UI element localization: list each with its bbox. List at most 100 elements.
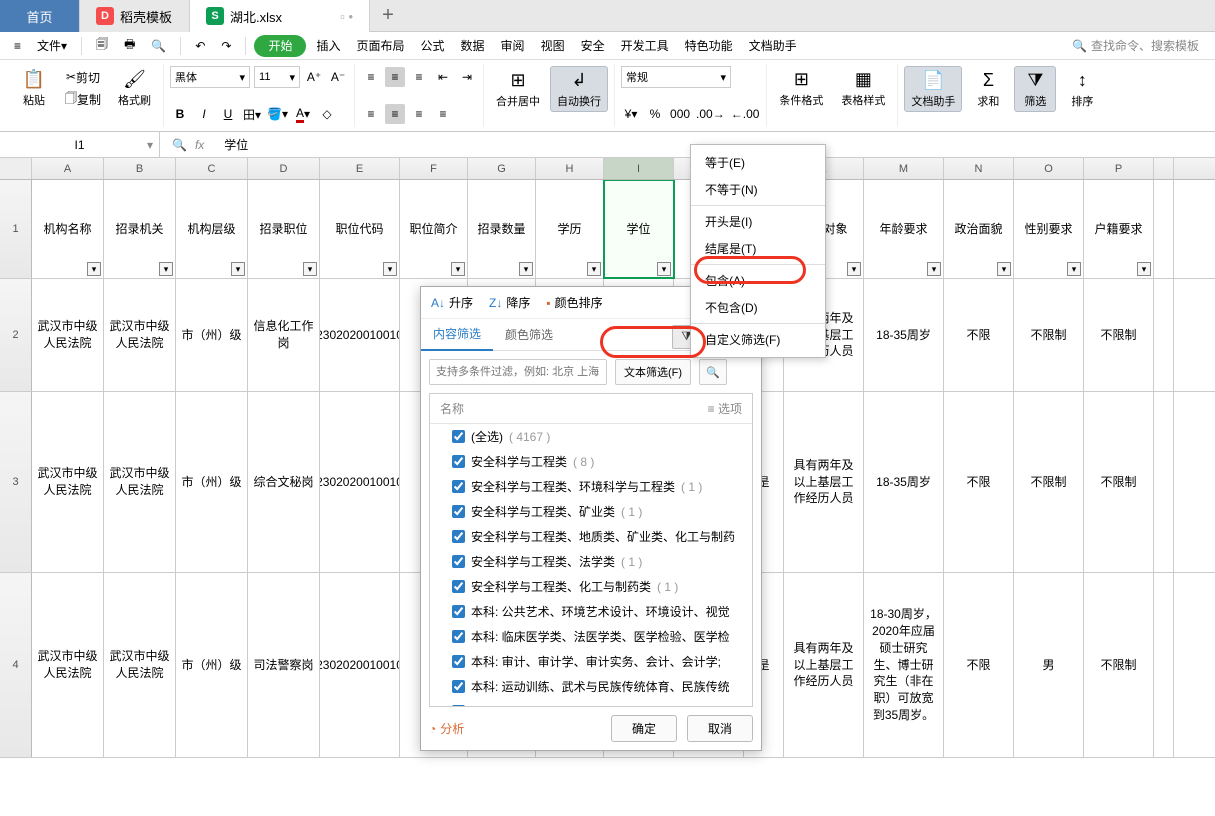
row-head[interactable]: 3 — [0, 392, 32, 572]
cell[interactable]: 武汉市中级人民法院 — [32, 573, 104, 757]
table-style-button[interactable]: ▦表格样式 — [835, 66, 891, 110]
ok-button[interactable]: 确定 — [611, 715, 677, 742]
cell[interactable]: 18-35周岁 — [864, 392, 944, 572]
zoom-icon[interactable]: 🔍 — [172, 138, 187, 152]
filter-arrow-icon[interactable]: ▾ — [587, 262, 601, 276]
filter-checkbox[interactable] — [452, 605, 465, 618]
cell[interactable]: 不限制 — [1084, 279, 1154, 391]
header-M[interactable]: 年龄要求▾ — [864, 180, 944, 278]
header-H[interactable]: 学历▾ — [536, 180, 604, 278]
redo-icon[interactable]: ↷ — [215, 35, 237, 57]
cell[interactable]: 武汉市中级人民法院 — [104, 392, 176, 572]
filter-item[interactable]: 安全科学与工程类、法学类 ( 1 ) — [430, 549, 752, 574]
indent-inc-button[interactable]: ⇥ — [457, 67, 477, 87]
cell[interactable]: 14230202001001003 — [320, 573, 400, 757]
underline-button[interactable]: U — [218, 104, 238, 124]
cell[interactable]: 不限制 — [1084, 392, 1154, 572]
cell[interactable]: 具有两年及以上基层工作经历人员 — [784, 573, 864, 757]
cancel-button[interactable]: 取消 — [687, 715, 753, 742]
currency-button[interactable]: ¥▾ — [621, 104, 641, 124]
filter-item[interactable]: 安全科学与工程类、环境科学与工程类 ( 1 ) — [430, 474, 752, 499]
filter-checkbox[interactable] — [452, 555, 465, 568]
cell[interactable]: 不限制 — [1084, 573, 1154, 757]
cell[interactable]: 不限制 — [1014, 392, 1084, 572]
tab-layout[interactable]: 页面布局 — [351, 35, 411, 57]
col-H[interactable]: H — [536, 158, 604, 179]
tab-formula[interactable]: 公式 — [415, 35, 451, 57]
merge-center-button[interactable]: ⊞合并居中 — [490, 66, 546, 112]
header-F[interactable]: 职位简介▾ — [400, 180, 468, 278]
col-D[interactable]: D — [248, 158, 320, 179]
ctx-not-contains[interactable]: 不包含(D) — [691, 294, 825, 321]
format-painter-button[interactable]: 🖌 格式刷 — [112, 66, 157, 110]
header-N[interactable]: 政治面貌▾ — [944, 180, 1014, 278]
sort-desc-button[interactable]: Z↓降序 — [489, 294, 530, 311]
col-O[interactable]: O — [1014, 158, 1084, 179]
col-G[interactable]: G — [468, 158, 536, 179]
filter-item[interactable]: 本科: 公共艺术、环境艺术设计、环境设计、视觉 — [430, 599, 752, 624]
header-O[interactable]: 性别要求▾ — [1014, 180, 1084, 278]
filter-arrow-icon[interactable]: ▾ — [997, 262, 1011, 276]
filter-arrow-icon[interactable]: ▾ — [927, 262, 941, 276]
inc-decimal-button[interactable]: .00→ — [695, 104, 726, 124]
doc-helper-button[interactable]: 📄文档助手 — [904, 66, 962, 112]
tab-home[interactable]: 首页 — [0, 0, 80, 32]
tab-data[interactable]: 数据 — [455, 35, 491, 57]
print-icon[interactable]: 🖶 — [118, 35, 141, 57]
filter-checkbox[interactable] — [452, 680, 465, 693]
sort-asc-button[interactable]: A↓升序 — [431, 294, 473, 311]
tab-helper[interactable]: 文档助手 — [743, 35, 803, 57]
filter-tab-content[interactable]: 内容筛选 — [421, 319, 493, 351]
header-D[interactable]: 招录职位▾ — [248, 180, 320, 278]
filter-search-input[interactable] — [429, 359, 607, 385]
filter-checkbox[interactable] — [452, 655, 465, 668]
row-head[interactable]: 2 — [0, 279, 32, 391]
filter-arrow-icon[interactable]: ▾ — [383, 262, 397, 276]
align-justify-button[interactable]: ≡ — [433, 104, 453, 124]
filter-checkbox[interactable] — [452, 505, 465, 518]
ctx-not-equals[interactable]: 不等于(N) — [691, 176, 825, 203]
cell[interactable]: 市（州）级 — [176, 279, 248, 391]
filter-item[interactable]: 本科: 审计、审计学、审计实务、会计、会计学; — [430, 649, 752, 674]
undo-icon[interactable]: ↶ — [189, 35, 211, 57]
cell[interactable]: 不限制 — [1014, 279, 1084, 391]
bold-button[interactable]: B — [170, 104, 190, 124]
fx-icon[interactable]: fx — [195, 138, 204, 152]
filter-arrow-icon[interactable]: ▾ — [87, 262, 101, 276]
header-G[interactable]: 招录数量▾ — [468, 180, 536, 278]
tab-review[interactable]: 审阅 — [495, 35, 531, 57]
align-top-button[interactable]: ≡ — [361, 67, 381, 87]
select-all-corner[interactable] — [0, 158, 32, 179]
font-size-select[interactable]: 11▾ — [254, 66, 300, 88]
filter-button[interactable]: ⧩筛选 — [1014, 66, 1056, 112]
filter-tab-color[interactable]: 颜色筛选 — [493, 319, 565, 351]
clear-format-button[interactable]: ◇ — [317, 104, 337, 124]
increase-font-button[interactable]: A⁺ — [304, 67, 324, 87]
filter-item[interactable]: 安全科学与工程类、化工与制药类 ( 1 ) — [430, 574, 752, 599]
cell[interactable]: 市（州）级 — [176, 392, 248, 572]
filter-arrow-icon[interactable]: ▾ — [519, 262, 533, 276]
filter-arrow-icon[interactable]: ▾ — [451, 262, 465, 276]
thousands-button[interactable]: 000 — [669, 104, 691, 124]
cell[interactable]: 武汉市中级人民法院 — [32, 392, 104, 572]
preview-icon[interactable]: 🔍 — [145, 35, 172, 57]
ctx-starts-with[interactable]: 开头是(I) — [691, 208, 825, 235]
decrease-font-button[interactable]: A⁻ — [328, 67, 348, 87]
filter-search-button[interactable]: 🔍 — [699, 359, 727, 385]
col-E[interactable]: E — [320, 158, 400, 179]
cell[interactable]: 18-30周岁，2020年应届硕士研究生、博士研究生（非在职）可放宽到35周岁。 — [864, 573, 944, 757]
command-search[interactable]: 🔍 查找命令、搜索模板 — [1064, 37, 1207, 54]
header-E[interactable]: 职位代码▾ — [320, 180, 400, 278]
filter-checkbox[interactable] — [452, 630, 465, 643]
tab-start[interactable]: 开始 — [254, 35, 306, 57]
filter-arrow-icon[interactable]: ▾ — [1067, 262, 1081, 276]
col-B[interactable]: B — [104, 158, 176, 179]
ctx-equals[interactable]: 等于(E) — [691, 149, 825, 176]
cell[interactable]: 武汉市中级人民法院 — [104, 279, 176, 391]
dec-decimal-button[interactable]: ←.00 — [730, 104, 761, 124]
analyze-button[interactable]: ◔分析 — [429, 720, 464, 737]
cell[interactable]: 不限 — [944, 279, 1014, 391]
cell[interactable]: 14230202001001002 — [320, 392, 400, 572]
sort-button[interactable]: ↕排序 — [1062, 66, 1102, 112]
cell[interactable]: 武汉市中级人民法院 — [104, 573, 176, 757]
